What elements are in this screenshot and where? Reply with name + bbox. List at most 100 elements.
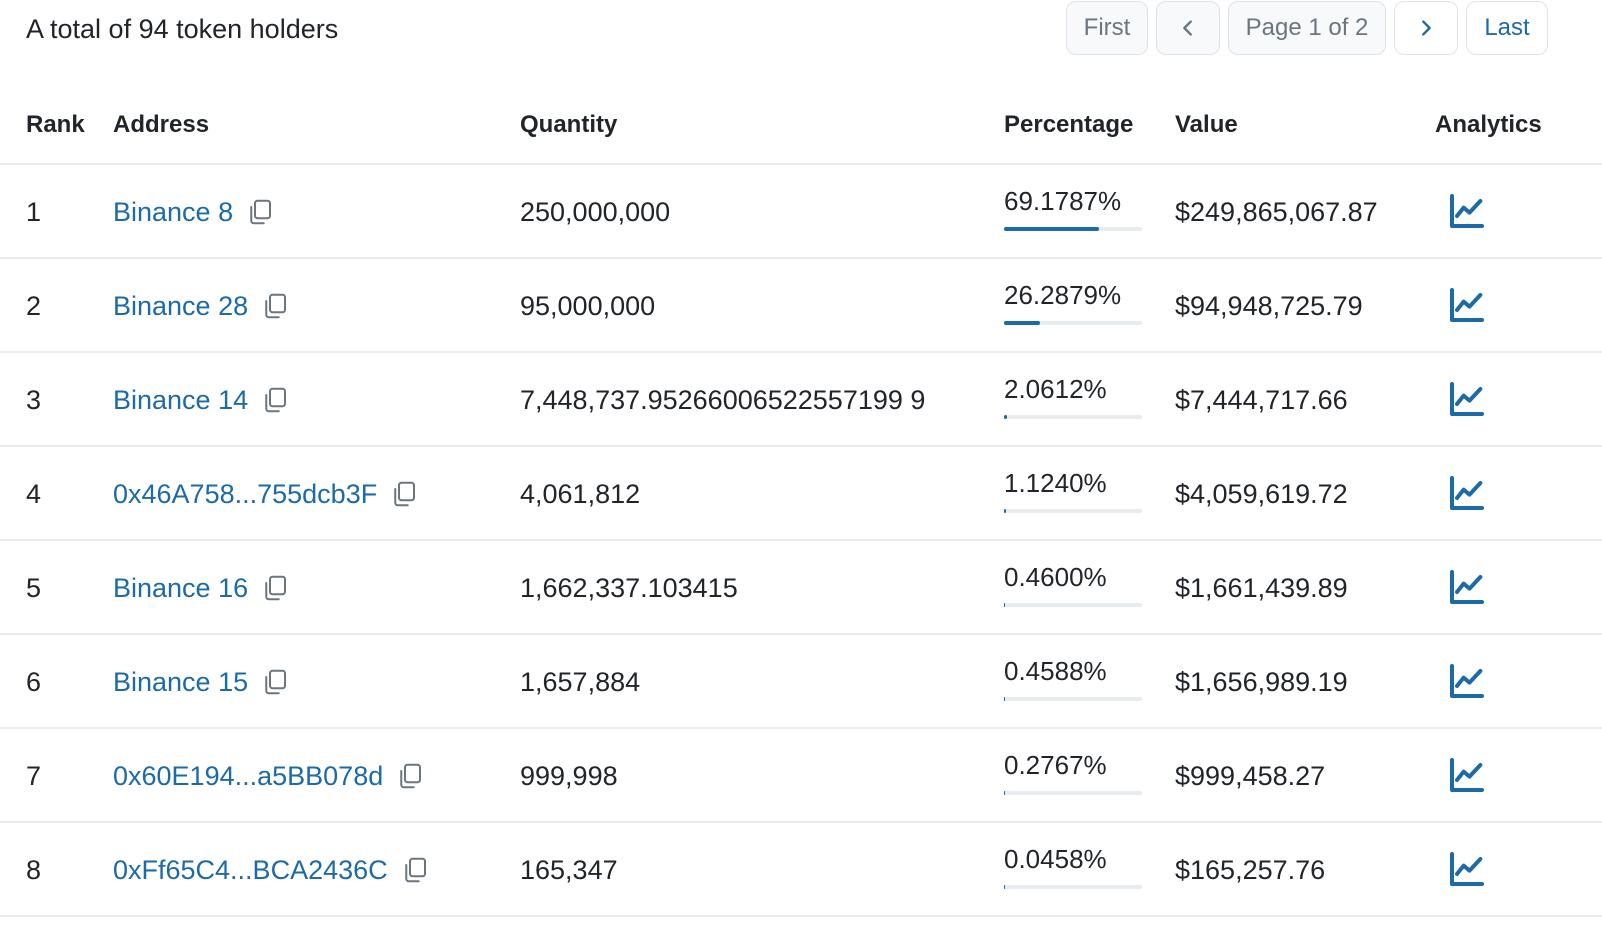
percentage-bar-fill (1004, 227, 1100, 231)
percentage-cell: 2.0612% (1004, 373, 1142, 419)
analytics-chart-icon[interactable] (1447, 191, 1487, 231)
chevron-left-icon (1183, 20, 1192, 36)
percentage-bar (1004, 227, 1142, 231)
pagination: First Page 1 of 2 Last (1066, 1, 1548, 55)
analytics-chart-icon[interactable] (1447, 285, 1487, 325)
address-cell: 0xFf65C4...BCA2436C (113, 853, 430, 887)
percentage-bar (1004, 415, 1142, 419)
table-row: 2 Binance 28 95,000,000 26.2879% $94,948… (0, 259, 1602, 353)
table-header: Rank Address Quantity Percentage Value A… (0, 88, 1602, 165)
table-row: 6 Binance 15 1,657,884 0.4588% $1,656,98… (0, 635, 1602, 729)
percentage-bar-fill (1004, 791, 1006, 795)
value-cell: $249,865,067.87 (1175, 197, 1378, 227)
column-header-rank: Rank (26, 111, 85, 138)
address-link[interactable]: Binance 28 (113, 289, 248, 323)
percentage-bar-fill (1004, 509, 1006, 513)
percentage-bar-fill (1004, 603, 1006, 607)
value-cell: $1,656,989.19 (1175, 667, 1348, 697)
percentage-bar-fill (1004, 321, 1041, 325)
copy-icon[interactable] (400, 855, 430, 885)
quantity-cell: 4,061,812 (520, 479, 641, 509)
percentage-bar (1004, 885, 1142, 889)
address-link[interactable]: Binance 14 (113, 383, 248, 417)
address-cell: Binance 15 (113, 665, 290, 699)
copy-icon[interactable] (260, 667, 290, 697)
analytics-chart-icon[interactable] (1447, 849, 1487, 889)
prev-page-button[interactable] (1156, 1, 1220, 55)
next-page-button[interactable] (1394, 1, 1458, 55)
percentage-cell: 0.4600% (1004, 561, 1142, 607)
address-link[interactable]: Binance 16 (113, 571, 248, 605)
column-header-address: Address (113, 111, 210, 138)
address-link[interactable]: 0x46A758...755dcb3F (113, 477, 377, 511)
copy-icon[interactable] (260, 385, 290, 415)
percentage-bar (1004, 697, 1142, 701)
analytics-cell (1447, 379, 1487, 427)
first-page-button[interactable]: First (1066, 1, 1148, 55)
quantity-cell: 999,998 (520, 761, 618, 791)
percentage-text: 0.2767% (1004, 750, 1107, 780)
percentage-cell: 0.0458% (1004, 843, 1142, 889)
holders-table: Rank Address Quantity Percentage Value A… (0, 88, 1602, 917)
holders-summary: A total of 94 token holders (26, 14, 339, 44)
table-row: 7 0x60E194...a5BB078d 999,998 0.2767% $9… (0, 729, 1602, 823)
rank-cell: 3 (26, 385, 42, 415)
copy-icon[interactable] (245, 197, 275, 227)
rank-cell: 8 (26, 855, 42, 885)
copy-icon[interactable] (260, 291, 290, 321)
rank-cell: 6 (26, 667, 42, 697)
address-link[interactable]: 0x60E194...a5BB078d (113, 759, 383, 793)
percentage-text: 0.0458% (1004, 844, 1107, 874)
quantity-cell: 250,000,000 (520, 197, 671, 227)
copy-icon[interactable] (389, 479, 419, 509)
percentage-text: 2.0612% (1004, 374, 1107, 404)
percentage-text: 69.1787% (1004, 186, 1122, 216)
rank-cell: 7 (26, 761, 42, 791)
address-cell: 0x60E194...a5BB078d (113, 759, 425, 793)
analytics-chart-icon[interactable] (1447, 755, 1487, 795)
address-cell: Binance 28 (113, 289, 290, 323)
chevron-right-icon (1422, 20, 1431, 36)
address-link[interactable]: Binance 8 (113, 195, 233, 229)
percentage-cell: 1.1240% (1004, 467, 1142, 513)
quantity-cell: 1,657,884 (520, 667, 641, 697)
value-cell: $999,458.27 (1175, 761, 1326, 791)
value-cell: $94,948,725.79 (1175, 291, 1363, 321)
column-header-percentage: Percentage (1004, 111, 1134, 138)
quantity-cell: 7,448,737.95266006522557199 9 (520, 385, 926, 415)
rank-cell: 1 (26, 197, 42, 227)
analytics-chart-icon[interactable] (1447, 567, 1487, 607)
copy-icon[interactable] (395, 761, 425, 791)
analytics-chart-icon[interactable] (1447, 473, 1487, 513)
value-cell: $7,444,717.66 (1175, 385, 1348, 415)
percentage-bar (1004, 603, 1142, 607)
quantity-cell: 95,000,000 (520, 291, 656, 321)
quantity-cell: 165,347 (520, 855, 618, 885)
table-row: 8 0xFf65C4...BCA2436C 165,347 0.0458% $1… (0, 823, 1602, 917)
address-cell: Binance 8 (113, 195, 275, 229)
analytics-chart-icon[interactable] (1447, 379, 1487, 419)
percentage-bar-fill (1004, 697, 1006, 701)
percentage-cell: 26.2879% (1004, 279, 1142, 325)
address-link[interactable]: Binance 15 (113, 665, 248, 699)
percentage-cell: 69.1787% (1004, 185, 1142, 231)
analytics-cell (1447, 285, 1487, 333)
last-page-button[interactable]: Last (1466, 1, 1548, 55)
percentage-text: 1.1240% (1004, 468, 1107, 498)
percentage-bar-fill (1004, 415, 1007, 419)
column-header-analytics: Analytics (1435, 111, 1542, 138)
analytics-chart-icon[interactable] (1447, 661, 1487, 701)
analytics-cell (1447, 473, 1487, 521)
analytics-cell (1447, 755, 1487, 803)
percentage-bar (1004, 321, 1142, 325)
percentage-cell: 0.2767% (1004, 749, 1142, 795)
copy-icon[interactable] (260, 573, 290, 603)
rank-cell: 4 (26, 479, 42, 509)
page-indicator: Page 1 of 2 (1228, 1, 1386, 55)
value-cell: $4,059,619.72 (1175, 479, 1348, 509)
analytics-cell (1447, 567, 1487, 615)
rank-cell: 5 (26, 573, 42, 603)
address-link[interactable]: 0xFf65C4...BCA2436C (113, 853, 388, 887)
percentage-cell: 0.4588% (1004, 655, 1142, 701)
table-row: 5 Binance 16 1,662,337.103415 0.4600% $1… (0, 541, 1602, 635)
